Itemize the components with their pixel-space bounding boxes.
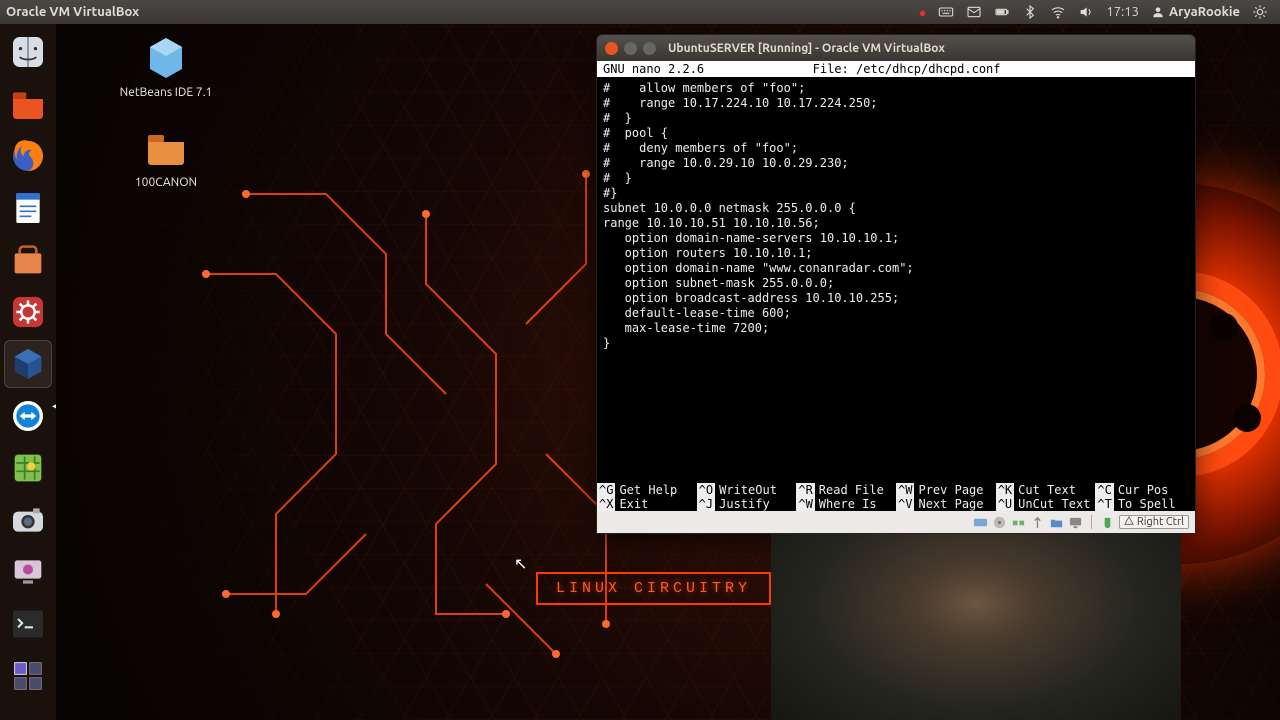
bluetooth-indicator-icon[interactable]	[1022, 4, 1038, 20]
vm-host-key-label: Right Ctrl	[1137, 516, 1184, 528]
volume-indicator-icon[interactable]	[1078, 4, 1094, 20]
vm-display-icon[interactable]	[1068, 515, 1083, 530]
nano-shortcut: ^TTo Spell	[1095, 497, 1195, 511]
vm-network-icon[interactable]	[1011, 515, 1026, 530]
launcher-item-workspace-switcher[interactable]	[4, 652, 52, 700]
vm-mouse-capture-icon[interactable]	[1100, 515, 1115, 530]
nano-shortcut: ^UUnCut Text	[996, 497, 1096, 511]
nano-editor-content[interactable]: # allow members of "foo"; # range 10.17.…	[597, 77, 1195, 355]
nano-shortcut: ^RRead File	[796, 483, 896, 497]
webcam-overlay	[771, 534, 1181, 720]
nano-shortcut: ^VNext Page	[896, 497, 996, 511]
user-name: AryaRookie	[1169, 5, 1240, 19]
nano-shortcut-bar: ^GGet Help^OWriteOut^RRead File^WPrev Pa…	[597, 483, 1195, 511]
nano-shortcut: ^KCut Text	[996, 483, 1096, 497]
launcher-item-finder[interactable]	[4, 28, 52, 76]
launcher-item-camera[interactable]	[4, 496, 52, 544]
window-maximize-button[interactable]	[643, 42, 656, 55]
launcher-item-files[interactable]	[4, 80, 52, 128]
clock[interactable]: 17:13	[1106, 5, 1139, 19]
desktop[interactable]: LINUX CIRCUITRY NetBeans IDE 7.1 100CANO…	[56, 24, 1280, 720]
webcam-feed	[771, 534, 1181, 720]
session-menu-icon[interactable]	[1252, 4, 1268, 20]
launcher-item-settings[interactable]	[4, 288, 52, 336]
battery-indicator-icon[interactable]	[994, 4, 1010, 20]
nano-shortcut: ^WWhere Is	[796, 497, 896, 511]
nano-shortcut: ^GGet Help	[597, 483, 697, 497]
desktop-icon-netbeans-label: NetBeans IDE 7.1	[116, 86, 216, 99]
launcher-item-firefox[interactable]	[4, 132, 52, 180]
vm-host-key[interactable]: Right Ctrl	[1119, 515, 1189, 529]
mail-indicator-icon[interactable]	[966, 4, 982, 20]
vm-window-titlebar[interactable]: UbuntuSERVER [Running] - Oracle VM Virtu…	[597, 35, 1195, 61]
network-indicator-icon[interactable]	[1050, 4, 1066, 20]
virtualbox-guest-window[interactable]: UbuntuSERVER [Running] - Oracle VM Virtu…	[596, 34, 1196, 534]
wallpaper-label: LINUX CIRCUITRY	[536, 572, 771, 605]
nano-shortcut: ^CCur Pos	[1095, 483, 1195, 497]
desktop-icon-canon-folder[interactable]: 100CANON	[116, 124, 216, 189]
unity-launcher: ◀	[0, 24, 56, 720]
nano-file-path: File: /etc/dhcp/dhcpd.conf	[704, 62, 1109, 76]
record-indicator-icon[interactable]: ●	[919, 5, 927, 20]
desktop-icon-netbeans[interactable]: NetBeans IDE 7.1	[116, 34, 216, 99]
window-minimize-button[interactable]	[624, 42, 637, 55]
top-panel: Oracle VM VirtualBox ● 17:13 AryaRookie	[0, 0, 1280, 24]
window-close-button[interactable]	[605, 42, 618, 55]
keyboard-indicator-icon[interactable]	[938, 4, 954, 20]
launcher-item-writer[interactable]	[4, 184, 52, 232]
vm-hdd-icon[interactable]	[973, 515, 988, 530]
nano-header: GNU nano 2.2.6 File: /etc/dhcp/dhcpd.con…	[597, 61, 1195, 77]
launcher-item-software-center[interactable]	[4, 236, 52, 284]
nano-version: GNU nano 2.2.6	[603, 62, 704, 76]
nano-shortcut: ^JJustify	[697, 497, 797, 511]
launcher-item-virtualbox[interactable]: ◀	[4, 340, 52, 388]
launcher-item-screencast[interactable]	[4, 548, 52, 596]
launcher-item-teamviewer[interactable]	[4, 392, 52, 440]
launcher-item-map-app[interactable]	[4, 444, 52, 492]
user-menu[interactable]: AryaRookie	[1151, 5, 1240, 19]
vm-status-bar: Right Ctrl	[597, 511, 1195, 533]
launcher-item-terminal[interactable]	[4, 600, 52, 648]
vm-console[interactable]: GNU nano 2.2.6 File: /etc/dhcp/dhcpd.con…	[597, 61, 1195, 511]
cursor-icon: ↖	[514, 554, 527, 573]
vm-shared-folder-icon[interactable]	[1049, 515, 1064, 530]
active-window-title: Oracle VM VirtualBox	[6, 5, 139, 19]
vm-window-title: UbuntuSERVER [Running] - Oracle VM Virtu…	[668, 42, 945, 55]
vm-optical-icon[interactable]	[992, 515, 1007, 530]
nano-shortcut: ^OWriteOut	[697, 483, 797, 497]
nano-shortcut: ^XExit	[597, 497, 697, 511]
nano-shortcut: ^WPrev Page	[896, 483, 996, 497]
desktop-icon-canon-label: 100CANON	[116, 176, 216, 189]
vm-usb-icon[interactable]	[1030, 515, 1045, 530]
